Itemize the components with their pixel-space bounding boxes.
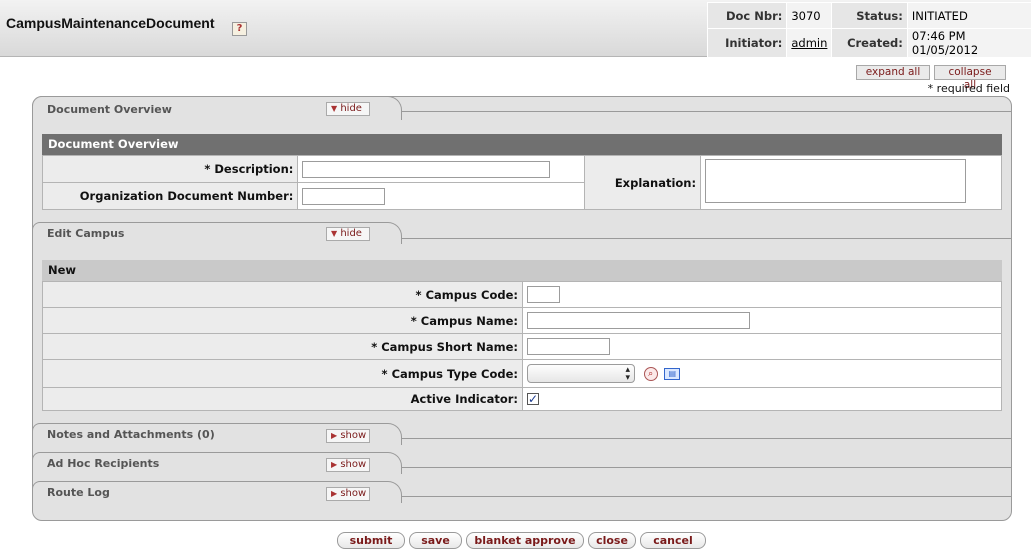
collapse-all-button[interactable]: collapse all	[934, 65, 1006, 91]
tab-edit-campus: Edit Campus ▼ hide	[32, 222, 402, 244]
ad-hoc-show-button[interactable]: ▶ show	[326, 458, 370, 472]
tab-divider	[401, 438, 1012, 439]
edit-campus-toggle-label: hide	[340, 228, 362, 239]
notes-show-button[interactable]: ▶ show	[326, 429, 370, 443]
status-label: Status:	[831, 2, 908, 29]
document-overview-form: * Description: Explanation: Organization…	[41, 155, 1002, 210]
org-doc-number-input[interactable]	[302, 187, 386, 205]
select-arrows-icon: ▴ ▾	[625, 365, 630, 383]
campus-type-code-label: * Campus Type Code:	[42, 359, 523, 388]
description-label: * Description:	[41, 155, 299, 183]
expand-all-button[interactable]: expand all	[856, 65, 930, 80]
lookup-magnifier-icon[interactable]: ⌕	[643, 366, 658, 381]
campus-code-label: * Campus Code:	[42, 281, 523, 308]
document-overview-section-title: Document Overview	[42, 134, 1002, 155]
triangle-down-icon: ▼	[331, 229, 338, 238]
initiator-link[interactable]: admin	[791, 36, 827, 50]
close-button[interactable]: close	[588, 532, 636, 549]
edit-campus-form: * Campus Code: * Campus Name: * Campus S…	[42, 281, 1002, 411]
tab-divider	[401, 496, 1012, 497]
doc-nbr-value: 3070	[786, 2, 832, 29]
notes-toggle-label: show	[340, 430, 367, 441]
status-value: INITIATED	[906, 2, 1031, 29]
tab-route-log: Route Log ▶ show	[32, 481, 402, 503]
org-doc-number-label: Organization Document Number:	[41, 182, 299, 210]
edit-campus-hide-button[interactable]: ▼ hide	[326, 227, 370, 241]
campus-code-input[interactable]	[527, 286, 560, 303]
campus-name-label: * Campus Name:	[42, 307, 523, 334]
tab-notes-label: Notes and Attachments (0)	[47, 428, 215, 441]
route-log-toggle-label: show	[340, 488, 367, 499]
document-info-table: Doc Nbr: 3070 Status: INITIATED Initiato…	[706, 2, 1031, 57]
campus-type-code-select[interactable]: ▴ ▾	[527, 364, 635, 383]
tab-ad-hoc-recipients: Ad Hoc Recipients ▶ show	[32, 452, 402, 474]
tab-route-log-label: Route Log	[47, 486, 110, 499]
direct-inquiry-book-icon[interactable]: ▤	[664, 367, 681, 380]
tab-ad-hoc-label: Ad Hoc Recipients	[47, 457, 160, 470]
required-field-note: * required field	[927, 82, 1010, 95]
explanation-label: Explanation:	[584, 155, 702, 210]
edit-campus-section-title: New	[42, 260, 1002, 281]
blanket-approve-button[interactable]: blanket approve	[466, 532, 584, 549]
tab-divider	[401, 467, 1012, 468]
explanation-textarea[interactable]	[705, 159, 967, 203]
campus-name-input[interactable]	[527, 312, 750, 329]
tab-notes-and-attachments: Notes and Attachments (0) ▶ show	[32, 423, 402, 445]
submit-button[interactable]: submit	[337, 532, 405, 549]
tab-document-overview-label: Document Overview	[47, 103, 172, 116]
description-input[interactable]	[302, 160, 551, 178]
campus-short-name-label: * Campus Short Name:	[42, 333, 523, 360]
document-header: CampusMaintenanceDocument ? Doc Nbr: 307…	[0, 0, 1031, 57]
tab-document-overview: Document Overview ▼ hide	[32, 96, 402, 120]
initiator-label: Initiator:	[706, 28, 787, 57]
help-icon[interactable]: ?	[232, 22, 247, 36]
tab-divider	[401, 111, 1012, 112]
active-indicator-label: Active Indicator:	[42, 387, 523, 411]
created-value: 07:46 PM 01/05/2012	[906, 28, 1031, 57]
tab-divider	[401, 238, 1012, 239]
triangle-right-icon: ▶	[331, 460, 338, 469]
route-log-show-button[interactable]: ▶ show	[326, 487, 370, 501]
triangle-right-icon: ▶	[331, 431, 338, 440]
doc-nbr-label: Doc Nbr:	[706, 2, 787, 29]
created-label: Created:	[831, 28, 908, 57]
ad-hoc-toggle-label: show	[340, 459, 367, 470]
campus-short-name-input[interactable]	[527, 338, 610, 355]
document-overview-toggle-label: hide	[340, 103, 362, 114]
triangle-down-icon: ▼	[331, 104, 338, 113]
save-button[interactable]: save	[409, 532, 462, 549]
cancel-button[interactable]: cancel	[640, 532, 706, 549]
page-title: CampusMaintenanceDocument	[6, 15, 215, 31]
tab-edit-campus-label: Edit Campus	[47, 227, 125, 240]
document-overview-hide-button[interactable]: ▼ hide	[326, 102, 370, 116]
active-indicator-checkbox[interactable]: ✓	[527, 393, 539, 405]
triangle-right-icon: ▶	[331, 489, 338, 498]
